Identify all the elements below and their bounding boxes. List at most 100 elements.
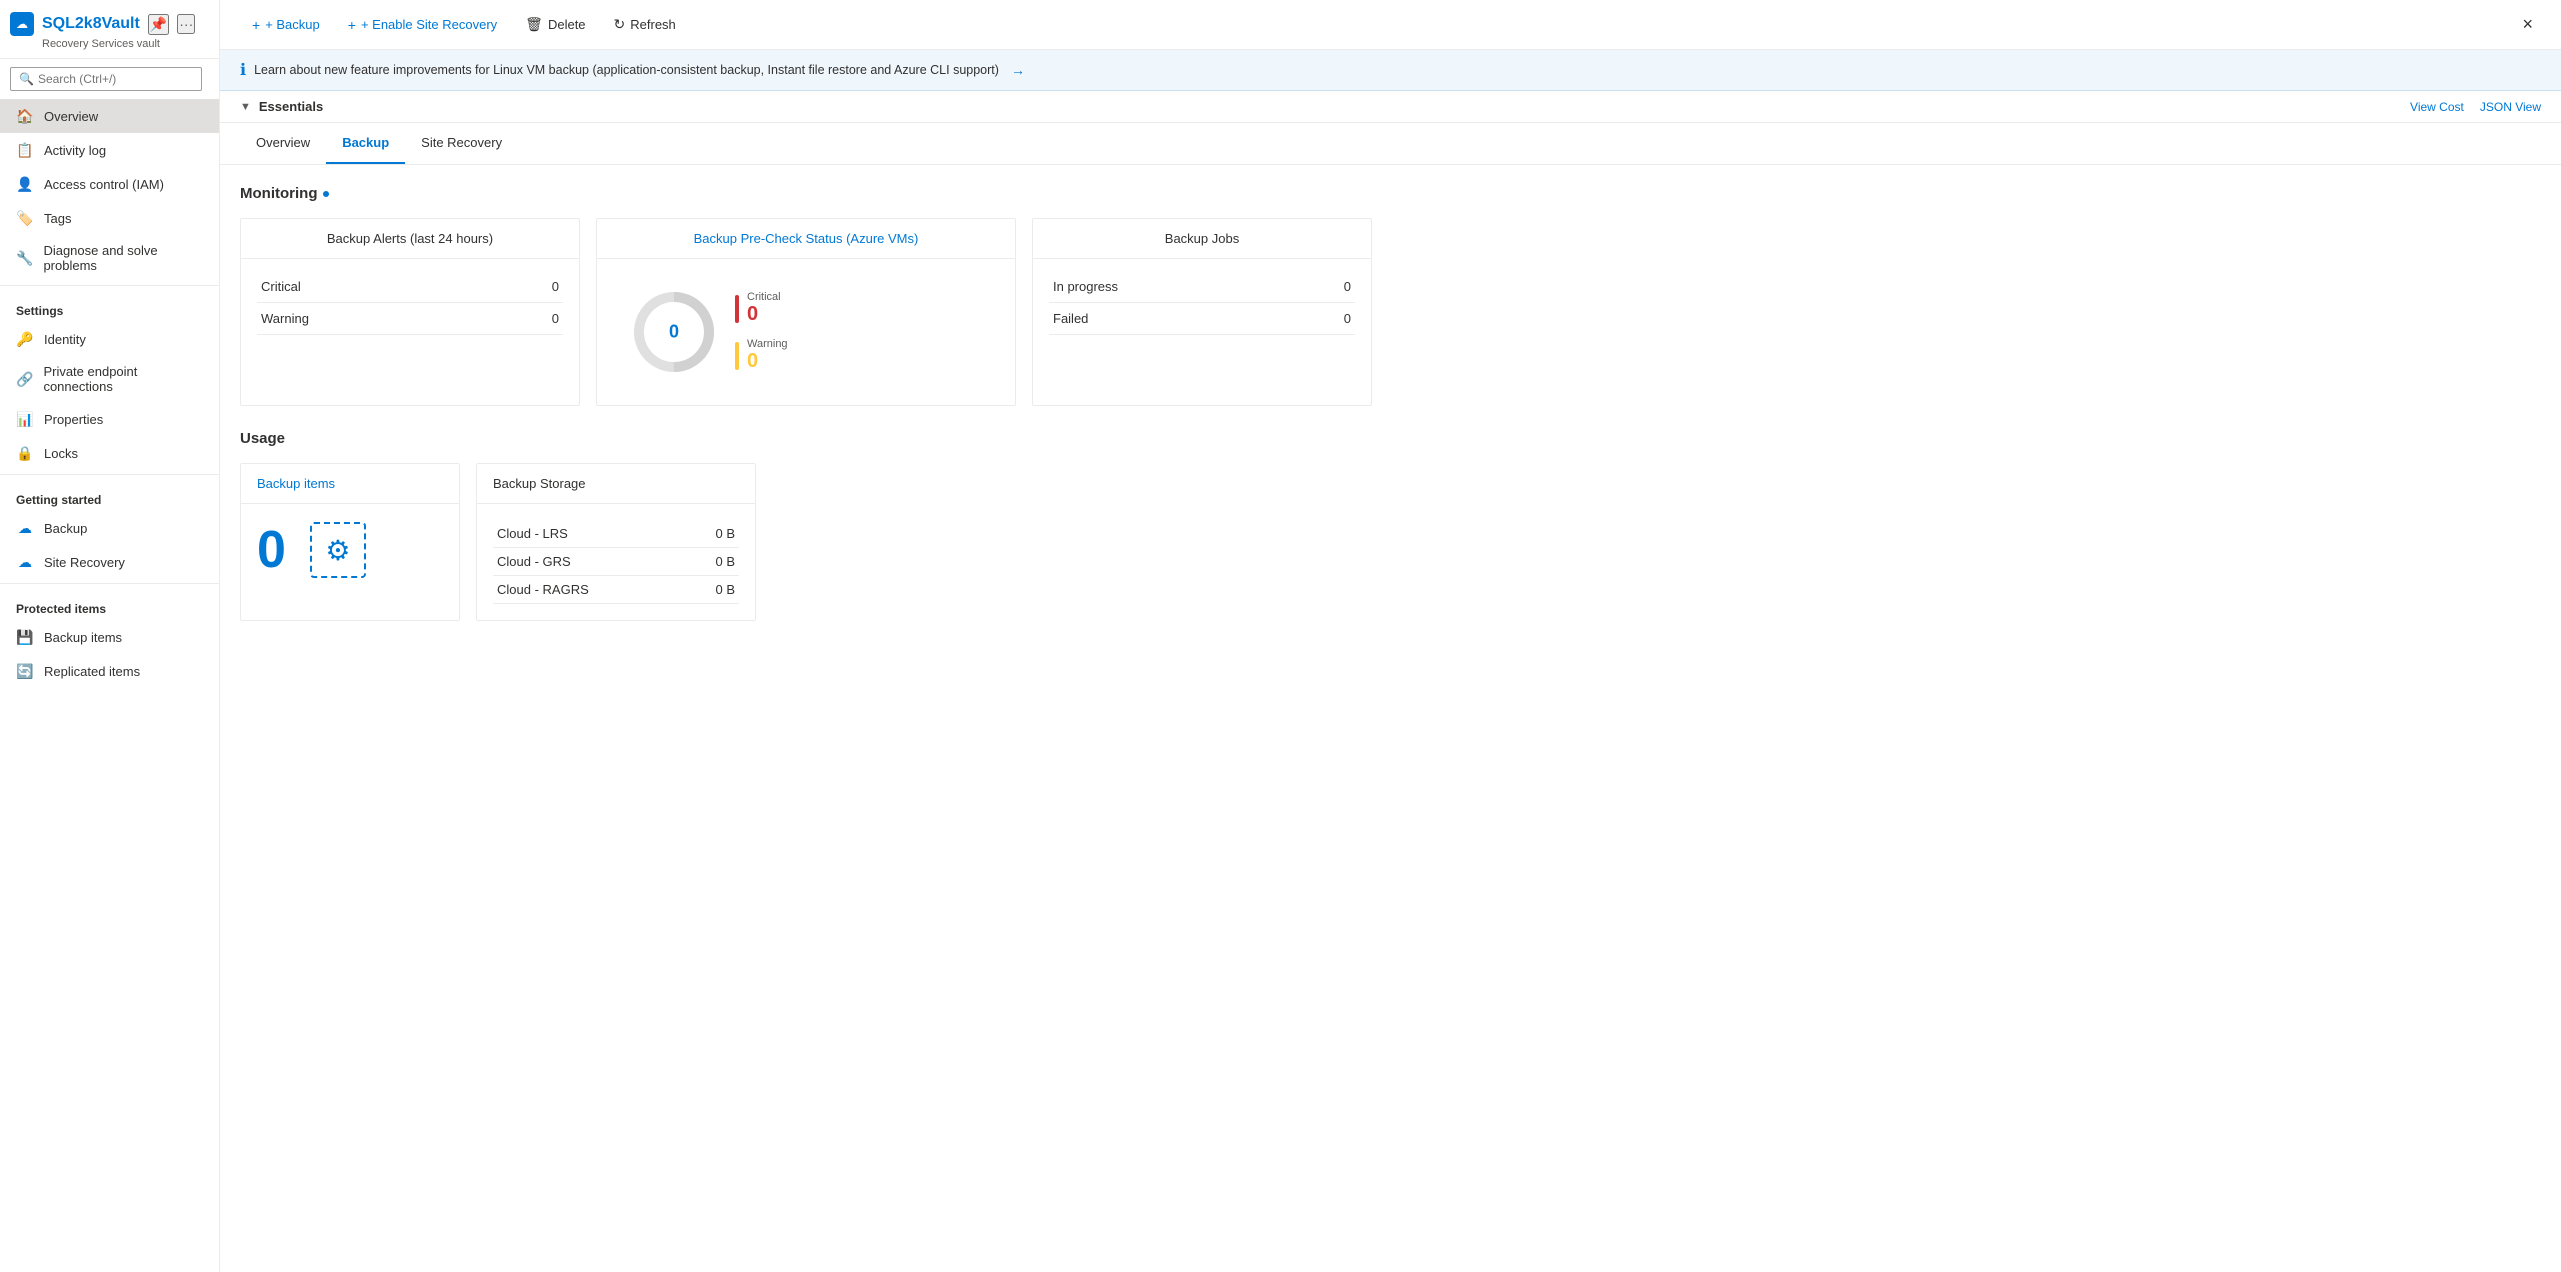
close-button[interactable]: ×	[2514, 10, 2541, 39]
pin-button[interactable]: 📌	[148, 14, 169, 35]
backup-items-display: 0 ⚙	[257, 520, 443, 580]
settings-section-title: Settings	[0, 290, 219, 322]
donut-section: 0 Critical 0	[613, 271, 999, 393]
sidebar-item-replicated-items-label: Replicated items	[44, 664, 140, 679]
backup-items-card-header[interactable]: Backup items	[241, 464, 459, 504]
table-row: Failed 0	[1049, 303, 1355, 335]
storage-table: Cloud - LRS 0 B Cloud - GRS 0 B Cloud - …	[493, 520, 739, 604]
backup-storage-content: Cloud - LRS 0 B Cloud - GRS 0 B Cloud - …	[477, 504, 755, 620]
info-banner: ℹ Learn about new feature improvements f…	[220, 50, 2561, 91]
info-arrow[interactable]: →	[1011, 62, 1025, 78]
tags-icon: 🏷️	[16, 209, 34, 227]
sidebar-item-backup-items-label: Backup items	[44, 630, 122, 645]
replicated-items-icon: 🔄	[16, 662, 34, 680]
sidebar-item-tags-label: Tags	[44, 211, 71, 226]
grs-value: 0 B	[686, 548, 739, 576]
sidebar-item-backup-label: Backup	[44, 521, 87, 536]
refresh-button[interactable]: ↻ Refresh	[602, 10, 688, 39]
vault-icon: ☁	[10, 12, 34, 36]
backup-items-count: 0	[257, 520, 286, 580]
ragrs-value: 0 B	[686, 576, 739, 604]
enable-site-recovery-label: + Enable Site Recovery	[361, 17, 497, 32]
search-box: 🔍	[10, 67, 202, 91]
view-cost-link[interactable]: View Cost	[2410, 100, 2464, 114]
site-recovery-nav-icon: ☁	[16, 553, 34, 571]
lrs-label: Cloud - LRS	[493, 520, 686, 548]
properties-icon: 📊	[16, 410, 34, 428]
sidebar-item-activity-log[interactable]: 📋 Activity log	[0, 133, 219, 167]
essentials-links: View Cost JSON View	[2410, 100, 2541, 114]
sidebar-item-replicated-items[interactable]: 🔄 Replicated items	[0, 654, 219, 688]
sidebar-item-private-endpoint[interactable]: 🔗 Private endpoint connections	[0, 356, 219, 402]
access-control-icon: 👤	[16, 175, 34, 193]
essentials-chevron: ▼	[240, 101, 251, 113]
delete-button[interactable]: 🗑 Delete	[513, 10, 597, 39]
warning-legend-value: 0	[747, 350, 788, 373]
protected-items-section-title: Protected items	[0, 588, 219, 620]
info-icon: ℹ	[240, 60, 246, 80]
sidebar-item-overview[interactable]: 🏠 Overview	[0, 99, 219, 133]
backup-button-icon: +	[252, 17, 260, 33]
donut-legend: Critical 0 Warning 0	[735, 291, 788, 373]
backup-jobs-content: In progress 0 Failed 0	[1033, 259, 1371, 347]
enable-site-recovery-icon: +	[348, 17, 356, 33]
backup-alerts-header: Backup Alerts (last 24 hours)	[241, 219, 579, 259]
getting-started-section-title: Getting started	[0, 479, 219, 511]
sidebar-item-access-control[interactable]: 👤 Access control (IAM)	[0, 167, 219, 201]
sidebar-item-identity[interactable]: 🔑 Identity	[0, 322, 219, 356]
tab-backup[interactable]: Backup	[326, 123, 405, 164]
pre-check-content: 0 Critical 0	[597, 259, 1015, 405]
sidebar-item-site-recovery[interactable]: ☁ Site Recovery	[0, 545, 219, 579]
pre-check-header[interactable]: Backup Pre-Check Status (Azure VMs)	[597, 219, 1015, 259]
sidebar-item-site-recovery-label: Site Recovery	[44, 555, 125, 570]
tabs-bar: Overview Backup Site Recovery	[220, 123, 2561, 165]
backup-items-icon: 💾	[16, 628, 34, 646]
sidebar-item-backup[interactable]: ☁ Backup	[0, 511, 219, 545]
vault-type: Recovery Services vault	[42, 38, 209, 50]
delete-label: Delete	[548, 17, 586, 32]
private-endpoint-icon: 🔗	[16, 370, 33, 388]
backup-jobs-card: Backup Jobs In progress 0 Failed 0	[1032, 218, 1372, 406]
enable-site-recovery-button[interactable]: + + Enable Site Recovery	[336, 11, 509, 39]
backup-items-card: Backup items 0 ⚙	[240, 463, 460, 621]
in-progress-value: 0	[1302, 271, 1355, 303]
refresh-label: Refresh	[630, 17, 676, 32]
identity-icon: 🔑	[16, 330, 34, 348]
locks-icon: 🔒	[16, 444, 34, 462]
sidebar-item-tags[interactable]: 🏷️ Tags	[0, 201, 219, 235]
search-icon: 🔍	[19, 72, 34, 86]
warning-label: Warning	[257, 303, 498, 335]
collapse-button[interactable]: ≪	[212, 67, 220, 92]
backup-storage-card: Backup Storage Cloud - LRS 0 B Cloud - G…	[476, 463, 756, 621]
sidebar-item-locks-label: Locks	[44, 446, 78, 461]
warning-value: 0	[498, 303, 564, 335]
json-view-link[interactable]: JSON View	[2480, 100, 2541, 114]
warning-legend-label: Warning	[747, 338, 788, 350]
sidebar-item-diagnose[interactable]: 🔧 Diagnose and solve problems	[0, 235, 219, 281]
delete-icon: 🗑	[525, 16, 543, 33]
search-row: 🔍 ≪	[0, 59, 219, 99]
overview-icon: 🏠	[16, 107, 34, 125]
table-row: Cloud - LRS 0 B	[493, 520, 739, 548]
content-area: ▼ Essentials View Cost JSON View Overvie…	[220, 91, 2561, 1272]
tab-site-recovery[interactable]: Site Recovery	[405, 123, 518, 164]
jobs-table: In progress 0 Failed 0	[1049, 271, 1355, 335]
monitoring-title: Monitoring	[240, 185, 2541, 202]
backup-button[interactable]: + + Backup	[240, 11, 332, 39]
critical-legend-value: 0	[747, 303, 781, 326]
tab-overview[interactable]: Overview	[240, 123, 326, 164]
alert-table: Critical 0 Warning 0	[257, 271, 563, 335]
more-button[interactable]: ···	[177, 14, 195, 34]
essentials-title: Essentials	[259, 99, 323, 114]
sidebar-item-backup-items[interactable]: 💾 Backup items	[0, 620, 219, 654]
sidebar-item-diagnose-label: Diagnose and solve problems	[43, 243, 203, 273]
activity-log-icon: 📋	[16, 141, 34, 159]
monitoring-dot	[323, 191, 329, 197]
failed-label: Failed	[1049, 303, 1302, 335]
sidebar-item-properties[interactable]: 📊 Properties	[0, 402, 219, 436]
search-input[interactable]	[38, 72, 193, 86]
sidebar-item-locks[interactable]: 🔒 Locks	[0, 436, 219, 470]
critical-legend-label: Critical	[747, 291, 781, 303]
usage-title: Usage	[240, 430, 2541, 447]
table-row: Cloud - GRS 0 B	[493, 548, 739, 576]
